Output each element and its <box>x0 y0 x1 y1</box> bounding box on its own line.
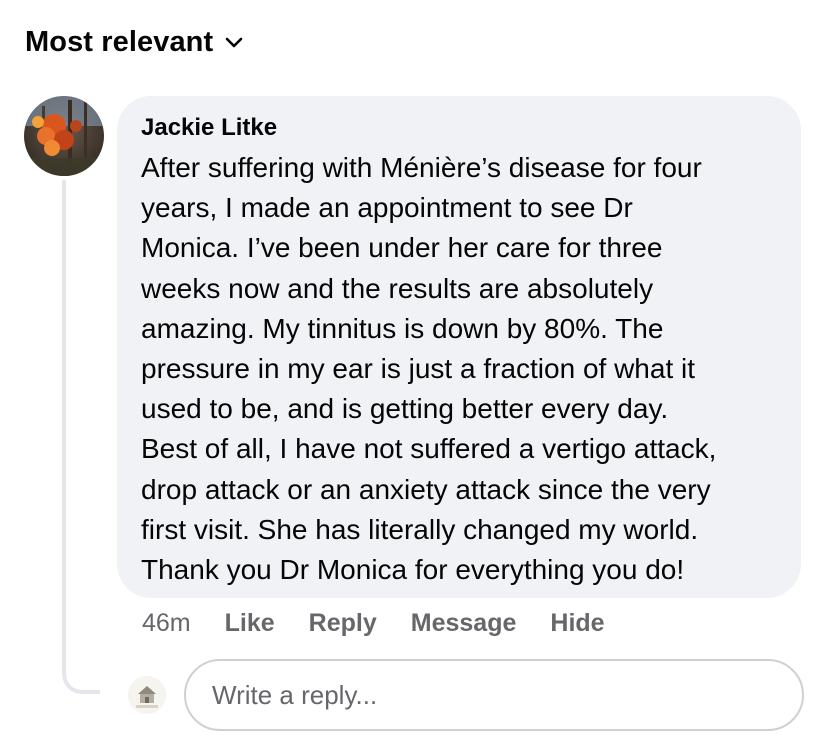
reply-field[interactable] <box>184 659 804 731</box>
like-button[interactable]: Like <box>225 606 275 640</box>
reply-input[interactable] <box>210 678 778 712</box>
comment-author[interactable]: Jackie Litke <box>141 114 777 142</box>
hide-button[interactable]: Hide <box>550 606 604 640</box>
current-user-avatar <box>128 676 166 714</box>
house-logo-icon <box>128 676 166 714</box>
message-button[interactable]: Message <box>411 606 517 640</box>
sort-label: Most relevant <box>25 26 214 58</box>
comment-timestamp[interactable]: 46m <box>142 606 191 640</box>
chevron-down-icon <box>225 37 243 47</box>
autumn-tree-photo-icon <box>24 96 104 176</box>
commenter-avatar[interactable] <box>24 96 104 176</box>
comment-bubble: Jackie Litke After suffering with Ménièr… <box>117 96 801 598</box>
thread-connector-line <box>62 180 100 694</box>
sort-dropdown[interactable]: Most relevant <box>25 26 243 59</box>
comment-text: After suffering with Ménière’s disease f… <box>141 152 717 586</box>
comment-actions: 46m Like Reply Message Hide <box>142 606 605 640</box>
reply-button[interactable]: Reply <box>309 606 377 640</box>
